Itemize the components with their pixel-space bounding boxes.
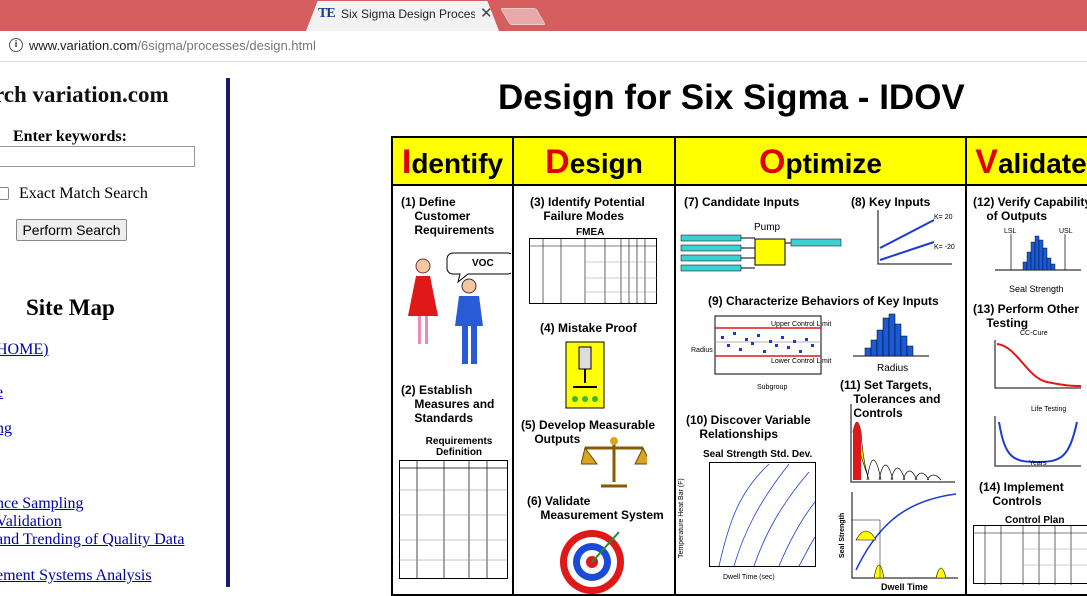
control-plan-table <box>973 525 1087 585</box>
perform-search-button[interactable]: Perform Search <box>16 219 127 241</box>
tab-title[interactable]: Six Sigma Design Proces <box>341 7 475 21</box>
phase-validate-rest: alidate <box>998 148 1087 179</box>
phase-validate-cap: V <box>975 143 998 181</box>
sitemap-link-msa[interactable]: ement Systems Analysis <box>0 567 152 585</box>
seal-strength-std-dev-label: Seal Strength Std. Dev. <box>703 449 812 460</box>
sitemap-link-home[interactable]: HOME) <box>0 341 48 359</box>
column-divider <box>512 186 514 596</box>
sitemap-link-2[interactable]: e <box>0 384 3 402</box>
exact-match-checkbox[interactable] <box>0 187 9 200</box>
life-testing-label: Life Testing <box>1031 406 1066 413</box>
dwell-time-axis-label: Dwell Time (sec) <box>723 574 775 581</box>
requirements-definition-label: Requirements Definition <box>419 436 499 458</box>
keywords-label: Enter keywords: <box>13 128 127 146</box>
url-text[interactable]: www.variation.com/6sigma/processes/desig… <box>29 38 316 53</box>
sitemap-link-trending[interactable]: and Trending of Quality Data <box>0 531 184 549</box>
step-12-label: (12) Verify Capability of Outputs <box>973 195 1087 223</box>
phase-design: Design <box>514 138 676 186</box>
seal-strength-axis-label: Seal Strength <box>839 513 846 558</box>
sidebar-divider <box>226 78 230 587</box>
radius-label: Radius <box>877 363 908 374</box>
step-9-label: (9) Characterize Behaviors of Key Inputs <box>708 294 939 308</box>
lsl-label: LSL <box>1004 228 1016 235</box>
contour-plot-figure <box>709 462 817 572</box>
step-3-label: (3) Identify Potential Failure Modes <box>530 195 645 223</box>
radius-histogram <box>851 310 931 360</box>
temp-axis-label: Temperature Heat Bar (F) <box>678 478 685 558</box>
idov-poster: Identify Design Optimize Validate (1) De… <box>391 136 1087 596</box>
tab-favicon-icon: TE <box>318 6 335 22</box>
cure-curve-figure <box>987 338 1083 392</box>
sitemap-link-3[interactable]: ng <box>0 420 12 438</box>
tab-close-icon[interactable]: ✕ <box>480 4 493 22</box>
step-8-label: (8) Key Inputs <box>851 195 930 209</box>
voc-people-figure <box>401 248 511 373</box>
sitemap-link-validation[interactable]: Validation <box>0 513 62 531</box>
url-path: /6sigma/processes/design.html <box>137 38 315 53</box>
voc-label: VOC <box>472 258 494 269</box>
capability-histogram <box>993 230 1083 276</box>
subgroup-label: Subgroup <box>757 384 787 391</box>
exact-match-label[interactable]: Exact Match Search <box>19 185 148 203</box>
usl-label: USL <box>1059 228 1073 235</box>
page-title: Design for Six Sigma - IDOV <box>498 78 965 118</box>
fmea-table-figure <box>529 238 657 304</box>
step-13-label: (13) Perform Other Testing <box>973 302 1079 330</box>
phase-design-cap: D <box>545 143 570 181</box>
seal-strength-dwell-figure <box>850 490 960 582</box>
tolerance-curves-figure <box>849 402 957 484</box>
step-14-label: (14) Implement Controls <box>979 480 1064 508</box>
step-10-label: (10) Discover Variable Relationships <box>686 413 811 441</box>
phase-design-rest: esign <box>570 148 643 179</box>
ucl-label: Upper Control Limit <box>771 321 831 328</box>
balance-scale-figure <box>581 436 647 490</box>
k-20-label: K= -20 <box>934 244 955 251</box>
phase-identify: Identify <box>393 138 514 186</box>
step-6-label: (6) Validate Measurement System <box>527 494 664 522</box>
column-divider <box>674 186 676 596</box>
column-divider <box>965 186 967 596</box>
dwell-time-label: Dwell Time <box>881 582 928 592</box>
phase-identify-rest: dentify <box>411 148 503 179</box>
seal-strength-label: Seal Strength <box>1009 284 1064 294</box>
candidate-inputs-figure <box>679 231 843 273</box>
step-7-label: (7) Candidate Inputs <box>684 195 799 209</box>
cc-cure-label: CC-Cure <box>1020 330 1048 337</box>
sitemap-link-acceptance-sampling[interactable]: nce Sampling <box>0 495 84 513</box>
sidebar: rch variation.com Enter keywords: Exact … <box>0 62 226 587</box>
tab-strip <box>0 0 1087 31</box>
phase-identify-cap: I <box>402 143 411 181</box>
search-title: rch variation.com <box>0 82 169 108</box>
years-label: Years <box>1029 460 1047 467</box>
lcl-label: Lower Control Limit <box>771 358 831 365</box>
phase-optimize: Optimize <box>676 138 967 186</box>
target-figure <box>557 524 627 594</box>
phase-optimize-cap: O <box>759 143 785 181</box>
site-info-icon[interactable]: i <box>9 38 23 52</box>
fmea-label: FMEA <box>576 227 604 238</box>
k20-label: K= 20 <box>934 214 953 221</box>
step-4-label: (4) Mistake Proof <box>540 321 637 335</box>
sitemap-title: Site Map <box>26 295 115 321</box>
step-1-label: (1) Define Customer Requirements <box>401 195 494 237</box>
search-input[interactable] <box>0 146 195 167</box>
step-2-label: (2) Establish Measures and Standards <box>401 383 494 425</box>
phase-optimize-rest: ptimize <box>785 148 881 179</box>
phase-validate: Validate <box>967 138 1087 186</box>
mistake-proof-figure <box>565 341 605 411</box>
url-host: www.variation.com <box>29 38 137 53</box>
radius-axis-label: Radius <box>691 347 713 354</box>
requirements-table-figure <box>399 460 509 580</box>
